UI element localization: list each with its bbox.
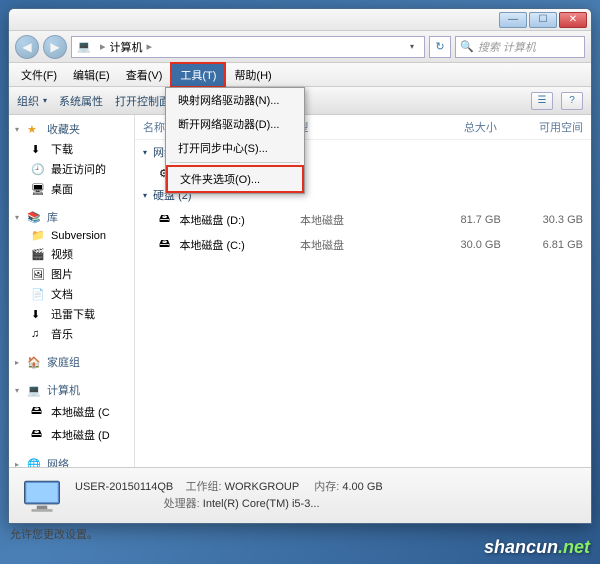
download-icon: ⬇ [31,308,47,321]
computer-icon: 💻 [27,384,43,397]
document-icon: 📄 [31,288,47,301]
folder-icon: 📁 [31,229,47,242]
sidebar-drive-c[interactable]: 🖴本地磁盘 (C [9,400,134,423]
disconnect-network-drive[interactable]: 断开网络驱动器(D)... [166,112,304,136]
chevron-down-icon: ▾ [43,96,47,105]
titlebar: — ☐ ✕ [9,9,591,31]
search-placeholder: 搜索 计算机 [478,39,536,55]
drive-icon: 🖴 [159,210,175,229]
menu-help[interactable]: 帮助(H) [226,64,279,86]
sidebar-computer[interactable]: ▾ 💻 计算机 [9,380,134,400]
home-icon: 🏠 [27,356,43,369]
status-text: 允许您更改设置。 [10,526,98,542]
chevron-down-icon: ▾ [143,191,147,200]
search-icon: 🔍 [460,40,474,53]
system-properties-button[interactable]: 系统属性 [59,93,103,109]
map-network-drive[interactable]: 映射网络驱动器(N)... [166,88,304,112]
open-sync-center[interactable]: 打开同步中心(S)... [166,136,304,160]
menu-bar: 文件(F) 编辑(E) 查看(V) 工具(T) 帮助(H) [9,63,591,87]
column-free[interactable]: 可用空间 [497,119,583,135]
menu-tools[interactable]: 工具(T) [170,62,226,88]
sidebar-favorites[interactable]: ▾ ★ 收藏夹 [9,119,134,139]
refresh-button[interactable]: ↻ [429,36,451,58]
breadcrumb-separator: ▸ [96,40,110,53]
sidebar-xunlei[interactable]: ⬇迅雷下载 [9,304,134,324]
watermark: shancun.net [484,537,590,558]
search-input[interactable]: 🔍 搜索 计算机 [455,36,585,58]
download-icon: ⬇ [31,143,47,156]
breadcrumb-item[interactable]: 计算机 [110,39,143,55]
sidebar-network[interactable]: ▸ 🌐 网络 [9,454,134,467]
chevron-down-icon: ▾ [15,213,27,222]
drive-icon: 🖴 [31,425,47,444]
computer-icon: 💻 [76,39,92,55]
menu-view[interactable]: 查看(V) [118,64,171,86]
sidebar-desktop[interactable]: 🖥桌面 [9,179,134,199]
sidebar-subversion[interactable]: 📁Subversion [9,227,134,244]
window-buttons: — ☐ ✕ [499,12,587,28]
maximize-button[interactable]: ☐ [529,12,557,28]
close-button[interactable]: ✕ [559,12,587,28]
drive-icon: 🖴 [31,402,47,421]
sidebar-recent[interactable]: 🕘最近访问的 [9,159,134,179]
help-button[interactable]: ? [561,92,583,110]
details-name: USER-20150114QB [75,481,173,493]
chevron-right-icon: ▸ [15,460,27,468]
breadcrumb-separator: ▸ [143,40,157,53]
column-total[interactable]: 总大小 [401,119,497,135]
chevron-down-icon: ▾ [15,125,27,134]
view-mode-button[interactable]: ☰ [531,92,553,110]
star-icon: ★ [27,123,43,136]
menu-edit[interactable]: 编辑(E) [65,64,118,86]
details-pane: USER-20150114QB 工作组: WORKGROUP 内存: 4.00 … [9,467,591,523]
minimize-button[interactable]: — [499,12,527,28]
sidebar-music[interactable]: ♫音乐 [9,324,134,344]
clock-icon: 🕘 [31,163,47,176]
network-icon: 🌐 [27,458,43,468]
chevron-right-icon: ▸ [15,358,27,367]
sidebar-drive-d[interactable]: 🖴本地磁盘 (D [9,423,134,446]
sidebar-downloads[interactable]: ⬇下载 [9,139,134,159]
address-dropdown[interactable]: ▾ [404,42,420,51]
toolbar-right: ☰ ? [531,92,583,110]
menu-file[interactable]: 文件(F) [13,64,65,86]
drive-row-d[interactable]: 🖴 本地磁盘 (D:) 本地磁盘 81.7 GB 30.3 GB [135,207,591,232]
chevron-down-icon: ▾ [15,386,27,395]
desktop-icon: 🖥 [31,183,47,196]
sidebar-homegroup[interactable]: ▸ 🏠 家庭组 [9,352,134,372]
drive-row-c[interactable]: 🖴 本地磁盘 (C:) 本地磁盘 30.0 GB 6.81 GB [135,232,591,257]
forward-button[interactable]: ▶ [43,35,67,59]
menu-separator [170,162,300,163]
drive-icon: 🖴 [159,235,175,254]
address-bar[interactable]: 💻 ▸ 计算机 ▸ ▾ [71,36,425,58]
tools-dropdown: 映射网络驱动器(N)... 断开网络驱动器(D)... 打开同步中心(S)...… [165,87,305,194]
chevron-down-icon: ▾ [143,148,147,157]
sidebar-videos[interactable]: 🎬视频 [9,244,134,264]
sidebar-pictures[interactable]: 🖼图片 [9,264,134,284]
video-icon: 🎬 [31,248,47,261]
details-text: USER-20150114QB 工作组: WORKGROUP 内存: 4.00 … [75,479,383,512]
navigation-pane: ▾ ★ 收藏夹 ⬇下载 🕘最近访问的 🖥桌面 ▾ 📚 库 📁Subversion… [9,115,135,467]
explorer-window: — ☐ ✕ ◀ ▶ 💻 ▸ 计算机 ▸ ▾ ↻ 🔍 搜索 计算机 文件(F) 编… [8,8,592,524]
back-button[interactable]: ◀ [15,35,39,59]
sidebar-libraries[interactable]: ▾ 📚 库 [9,207,134,227]
library-icon: 📚 [27,211,43,224]
picture-icon: 🖼 [31,268,47,281]
computer-large-icon [21,477,63,515]
folder-options[interactable]: 文件夹选项(O)... [166,165,304,193]
music-icon: ♫ [31,328,47,340]
organize-button[interactable]: 组织 ▾ [17,93,47,109]
sidebar-documents[interactable]: 📄文档 [9,284,134,304]
navigation-bar: ◀ ▶ 💻 ▸ 计算机 ▸ ▾ ↻ 🔍 搜索 计算机 [9,31,591,63]
